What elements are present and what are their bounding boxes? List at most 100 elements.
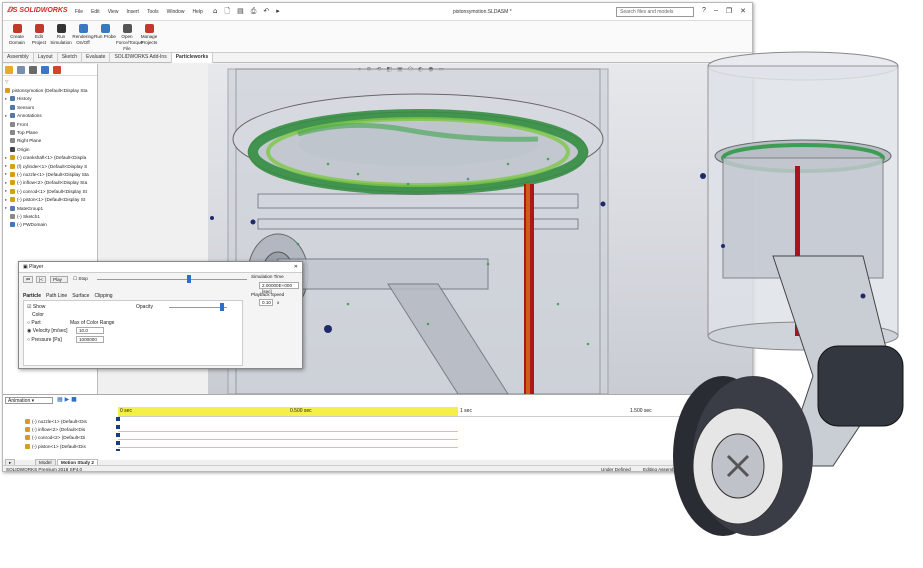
tree-item-annotations[interactable]: ▸ Annotations xyxy=(5,112,97,120)
rendering-on-off-button[interactable]: Rendering On/Off xyxy=(72,24,94,46)
tree-item-piston-1-default-display-st[interactable]: ▸ (-) piston<1> (Default<Display St xyxy=(5,195,97,203)
motion-row[interactable]: (-) piston<1> (Default<Dis xyxy=(3,442,115,450)
tree-item-pwdomain[interactable]: (-) PWDomain xyxy=(5,221,97,229)
tree-item-origin[interactable]: Origin xyxy=(5,145,97,153)
color-option-velocity[interactable]: ◉ Velocity [m/sec] xyxy=(27,328,68,334)
tree-item-top-plane[interactable]: Top Plane xyxy=(5,128,97,136)
tree-item-icon xyxy=(10,171,15,177)
toolbar-icon-0[interactable]: ⌂ xyxy=(213,7,217,18)
tree-item-crankshaft-1-default-displa[interactable]: ▸ (-) crankshaft<1> (Default<Displa xyxy=(5,154,97,162)
tree-item-sensors[interactable]: Sensors xyxy=(5,103,97,111)
tab-sketch[interactable]: Sketch xyxy=(58,53,82,63)
expand-icon[interactable]: ▸ xyxy=(5,205,8,211)
color-option-pressure[interactable]: ○ Pressure [Pa] xyxy=(27,337,62,343)
tree-item-sketch1[interactable]: (-) Sketch1 xyxy=(5,212,97,220)
menu-window[interactable]: Window xyxy=(167,9,185,15)
expand-icon[interactable]: ▸ xyxy=(5,163,8,169)
toolbar-icon-1[interactable]: 🗋 xyxy=(224,7,230,18)
dimxpert-icon[interactable] xyxy=(41,66,49,74)
minimize-icon[interactable]: – xyxy=(714,7,718,15)
tree-item-history[interactable]: ▸ History xyxy=(5,95,97,103)
stop-checkbox[interactable]: ☐ Stop xyxy=(71,276,93,283)
play-button[interactable]: Play xyxy=(50,276,68,283)
create-domain-button[interactable]: Create Domain xyxy=(6,24,28,46)
menu-insert[interactable]: Insert xyxy=(126,9,139,15)
step-back-button[interactable]: ⏮ xyxy=(23,276,33,283)
tab-layout[interactable]: Layout xyxy=(34,53,58,63)
expand-icon[interactable]: ▸ xyxy=(5,171,8,177)
player-tab-clipping[interactable]: Clipping xyxy=(94,293,112,299)
tree-item-f-cylinder-1-default-display-s[interactable]: ▸ (f) cylinder<1> (Default<Display S xyxy=(5,162,97,170)
tree-filter[interactable]: ▽ xyxy=(5,78,97,86)
player-tab-path-line[interactable]: Path Line xyxy=(46,293,67,299)
velocity-max-field[interactable]: 10.0 xyxy=(76,327,104,334)
toolbar-icon-5[interactable]: ▸ xyxy=(276,7,280,18)
show-checkbox[interactable]: ☑ Show xyxy=(27,304,45,310)
player-tab-surface[interactable]: Surface xyxy=(72,293,89,299)
color-option-part[interactable]: ○ Part xyxy=(27,320,41,326)
expand-icon[interactable]: ▸ xyxy=(5,188,8,194)
expand-icon[interactable]: ▸ xyxy=(5,113,8,119)
motion-row[interactable]: (-) nozzle<1> (Default<Dis xyxy=(3,417,115,425)
feature-tree-icon[interactable] xyxy=(5,66,13,74)
opacity-slider[interactable] xyxy=(169,307,227,308)
search-input[interactable]: Search files and models xyxy=(616,7,694,17)
manage-projects-button[interactable]: Manage Projects xyxy=(138,24,160,46)
run-probe-button[interactable]: Run Probe xyxy=(94,24,116,40)
property-manager-icon[interactable] xyxy=(17,66,25,74)
menu-help[interactable]: Help xyxy=(192,9,202,15)
edit-project-button[interactable]: Edit Project xyxy=(28,24,50,46)
tab-solidworks-add-ins[interactable]: SOLIDWORKS Add-Ins xyxy=(110,53,172,63)
tree-item-front[interactable]: Front xyxy=(5,120,97,128)
status-bar: SOLIDWORKS Premium 2018 SP4.0 Under Defi… xyxy=(3,465,752,471)
toolbar-icon-3[interactable]: ⎙ xyxy=(251,7,257,18)
tree-item-icon xyxy=(10,104,15,110)
close-icon[interactable]: ✕ xyxy=(740,7,746,15)
solidworks-logo[interactable]: ⅅS SOLIDWORKS xyxy=(7,6,68,14)
motion-row-label: (-) inflow<2> (Default<Dis xyxy=(32,427,86,433)
pressure-max-field[interactable]: 1000000 xyxy=(76,336,104,343)
sim-time-field[interactable]: 2.00000E+000 [sec] xyxy=(259,282,299,294)
motion-row[interactable]: (-) inflow<2> (Default<Dis xyxy=(3,425,115,433)
config-manager-icon[interactable] xyxy=(29,66,37,74)
tree-item-nozzle-1-default-display-sta[interactable]: ▸ (-) nozzle<1> (Default<Display Sta xyxy=(5,170,97,178)
expand-icon[interactable]: ▸ xyxy=(5,197,8,203)
key-points[interactable] xyxy=(116,417,120,451)
time-slider[interactable] xyxy=(97,279,247,280)
motion-controls[interactable]: ▦ ▶ ■ xyxy=(57,396,77,403)
time-slider-thumb[interactable] xyxy=(187,275,191,283)
help-icon[interactable]: ? xyxy=(702,7,706,15)
tab-particleworks[interactable]: Particleworks xyxy=(171,53,214,63)
opacity-slider-thumb[interactable] xyxy=(220,303,224,311)
menu-file[interactable]: File xyxy=(75,9,83,15)
expand-icon[interactable]: ▸ xyxy=(5,180,8,186)
tab-assembly[interactable]: Assembly xyxy=(3,53,34,63)
player-close-icon[interactable]: ✕ xyxy=(294,264,298,270)
playback-speed-field[interactable]: 0.10 xyxy=(259,299,273,306)
toolbar-icon-2[interactable]: ▤ xyxy=(237,7,244,18)
expand-icon[interactable]: ▸ xyxy=(5,96,8,102)
prev-frame-button[interactable]: |< xyxy=(36,276,46,283)
expand-icon[interactable]: ▸ xyxy=(5,155,8,161)
menu-tools[interactable]: Tools xyxy=(147,9,159,15)
restore-icon[interactable]: ❐ xyxy=(726,7,732,15)
toolbar-icon-4[interactable]: ↶ xyxy=(263,7,269,18)
player-tab-particle[interactable]: Particle xyxy=(23,293,41,299)
tree-item-right-plane[interactable]: Right Plane xyxy=(5,137,97,145)
tree-item-conrod-1-default-display-st[interactable]: ▸ (-) conrod<1> (Default<Display St xyxy=(5,187,97,195)
run-simulation-button[interactable]: Run Simulation xyxy=(50,24,72,46)
product-render-illustration xyxy=(673,51,904,536)
tree-root[interactable]: pistonsymotion (Default<Display Sta xyxy=(5,86,97,94)
open-force-torque-file-button[interactable]: Open Force/Torque File xyxy=(116,24,143,52)
tree-item-label: MateGroup1 xyxy=(17,205,44,211)
player-dialog: ▣ Player ✕ ⏮ |< Play ☐ Stop Simulation T… xyxy=(18,261,303,369)
motion-row[interactable]: (-) conrod<2> (Default<Di xyxy=(3,434,115,442)
display-manager-icon[interactable] xyxy=(53,66,61,74)
tab-evaluate[interactable]: Evaluate xyxy=(82,53,111,63)
menu-edit[interactable]: Edit xyxy=(91,9,100,15)
command-tabs: Assembly Layout Sketch Evaluate SOLIDWORKS A… xyxy=(3,53,752,63)
study-type-dropdown[interactable]: Animation ▾ xyxy=(5,397,53,404)
tree-item-mategroup1[interactable]: ▸ MateGroup1 xyxy=(5,204,97,212)
menu-view[interactable]: View xyxy=(108,9,119,15)
tree-item-inflow-2-default-display-sta[interactable]: ▸ (-) inflow<2> (Default<Display Sta xyxy=(5,179,97,187)
